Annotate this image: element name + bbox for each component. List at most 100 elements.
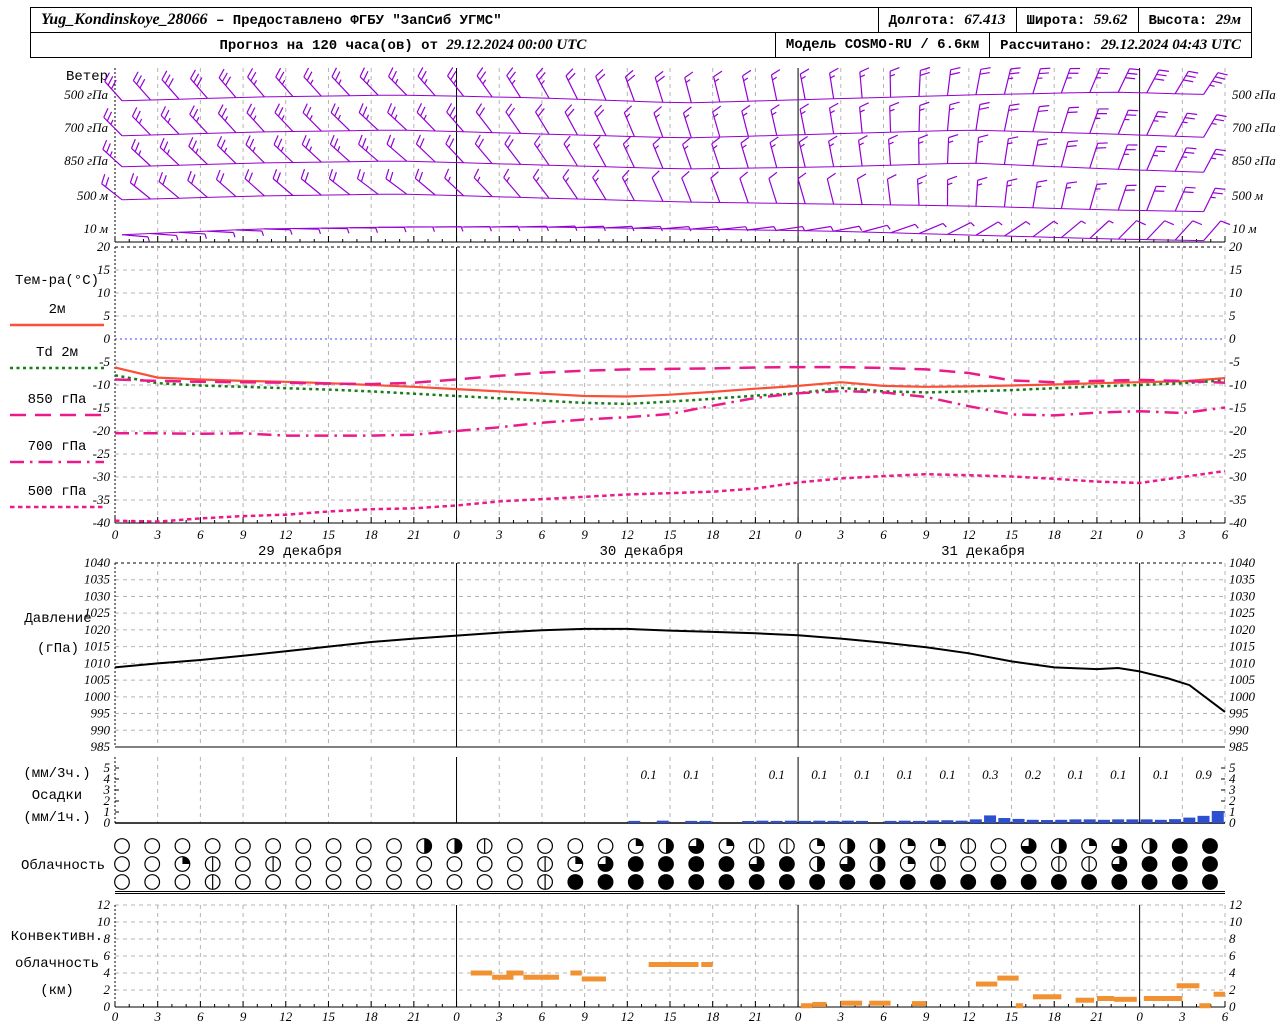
svg-text:12: 12 xyxy=(962,527,976,542)
svg-text:0.3: 0.3 xyxy=(982,767,999,782)
svg-text:18: 18 xyxy=(1048,527,1062,542)
precip-bar xyxy=(927,820,940,823)
svg-text:облачность: облачность xyxy=(15,955,99,972)
svg-text:-40: -40 xyxy=(1229,515,1247,530)
convective-bar xyxy=(869,1000,891,1006)
svg-text:5: 5 xyxy=(1229,308,1236,323)
svg-text:4: 4 xyxy=(104,965,111,980)
svg-text:-25: -25 xyxy=(1229,446,1247,461)
svg-text:0.1: 0.1 xyxy=(641,767,657,782)
svg-text:0.2: 0.2 xyxy=(1025,767,1042,782)
svg-text:5: 5 xyxy=(1229,760,1236,775)
svg-text:1025: 1025 xyxy=(1229,605,1256,620)
svg-text:2м: 2м xyxy=(49,302,66,318)
convective-bar xyxy=(1032,994,1062,1000)
convective-bar xyxy=(544,974,559,980)
svg-text:9: 9 xyxy=(923,527,930,542)
svg-text:6: 6 xyxy=(539,527,546,542)
svg-text:8: 8 xyxy=(1229,931,1236,946)
svg-text:0: 0 xyxy=(1229,331,1236,346)
convective-bar xyxy=(812,1001,827,1007)
altitude-cell: Высота: 29м xyxy=(1137,8,1252,32)
svg-text:10 м: 10 м xyxy=(1232,221,1257,236)
svg-text:15: 15 xyxy=(97,262,111,277)
precip-bar xyxy=(1026,819,1039,823)
svg-text:0: 0 xyxy=(104,331,111,346)
svg-text:15: 15 xyxy=(322,1009,336,1024)
svg-text:21: 21 xyxy=(1090,527,1103,542)
longitude-cell: Долгота: 67.413 xyxy=(877,8,1016,32)
precip-bar xyxy=(856,820,868,823)
svg-text:3: 3 xyxy=(1178,527,1186,542)
svg-text:12: 12 xyxy=(621,527,635,542)
precip-bar xyxy=(955,820,968,823)
svg-text:1010: 1010 xyxy=(84,655,111,670)
svg-text:10: 10 xyxy=(1229,914,1243,929)
meteogram-page: Ветер 500 гПа 500 гПа 700 гПа 700 гПа 850 гПа… xyxy=(0,0,1280,1024)
precip-bar xyxy=(998,818,1011,823)
svg-text:0.1: 0.1 xyxy=(811,767,827,782)
convective-panel: 0 02 24 46 68 810 1012 120 3 6 9 12 15 18 21 0 3 6 9 12 15 18… xyxy=(11,897,1243,1024)
temperature-panel: 20 20 15 15 10 10 5 5 0 0 -5 -5 -10 -10 -15 -15 -20 -20 -2… xyxy=(10,239,1247,560)
model-cell: Модель COSMO-RU / 6.6км xyxy=(774,33,989,57)
svg-text:1000: 1000 xyxy=(84,689,111,704)
svg-text:Td 2м: Td 2м xyxy=(36,345,78,361)
station-name: Yug_Kondinskoye_28066 xyxy=(41,11,208,28)
convective-bar xyxy=(1176,983,1200,989)
svg-text:-35: -35 xyxy=(93,492,111,507)
svg-text:31 декабря: 31 декабря xyxy=(941,543,1025,560)
svg-text:1035: 1035 xyxy=(1229,572,1256,587)
svg-text:10: 10 xyxy=(97,285,111,300)
altitude-label: Высота: xyxy=(1148,13,1208,29)
latitude-cell: Широта: 59.62 xyxy=(1015,8,1138,32)
cloud-row-1 xyxy=(114,856,1218,872)
svg-text:6: 6 xyxy=(1222,527,1229,542)
calc-cell: Рассчитано: 29.12.2024 04:43 UTC xyxy=(989,33,1251,57)
svg-text:1040: 1040 xyxy=(1229,555,1256,570)
svg-text:6: 6 xyxy=(539,1009,546,1024)
header-row-2: Прогноз на 120 часа(ов) от 29.12.2024 00… xyxy=(31,32,1251,57)
convective-bar xyxy=(800,1003,813,1009)
svg-text:6: 6 xyxy=(880,1009,887,1024)
precip-bar xyxy=(1126,819,1139,823)
precipitation-panel: 0 01 12 23 34 45 5(мм/3ч.)Осадки(мм/1ч.)0.1 0.1… xyxy=(23,757,1236,830)
svg-text:15: 15 xyxy=(1005,1009,1019,1024)
precip-bar xyxy=(756,820,769,823)
svg-text:1035: 1035 xyxy=(84,572,111,587)
svg-text:21: 21 xyxy=(407,1009,420,1024)
svg-text:Конвективн.: Конвективн. xyxy=(11,929,103,945)
svg-text:18: 18 xyxy=(706,527,720,542)
convective-bar xyxy=(701,962,713,967)
svg-text:18: 18 xyxy=(365,1009,379,1024)
pressure-panel: 985 985990 990995 9951000 10001005 10051010 10… xyxy=(24,555,1255,754)
station-cell: Yug_Kondinskoye_28066 – Предоставлено ФГ… xyxy=(31,8,878,32)
svg-text:-40: -40 xyxy=(93,515,111,530)
svg-text:995: 995 xyxy=(1229,706,1249,721)
svg-text:0: 0 xyxy=(795,1009,802,1024)
precip-bar xyxy=(1097,819,1110,823)
svg-text:0: 0 xyxy=(112,527,119,542)
precip-bar xyxy=(1083,819,1096,823)
svg-text:0.1: 0.1 xyxy=(1110,767,1126,782)
svg-text:Давление: Давление xyxy=(24,611,91,627)
svg-text:0: 0 xyxy=(795,527,802,542)
svg-text:1030: 1030 xyxy=(1229,588,1256,603)
svg-text:3: 3 xyxy=(837,527,845,542)
cloud-row-0 xyxy=(114,838,1218,854)
convective-bar xyxy=(1015,1003,1023,1009)
svg-text:0.1: 0.1 xyxy=(1153,767,1169,782)
convective-bar xyxy=(470,970,493,976)
longitude-value: 67.413 xyxy=(964,12,1006,28)
svg-text:-5: -5 xyxy=(1229,354,1240,369)
header: Yug_Kondinskoye_28066 – Предоставлено ФГ… xyxy=(30,7,1252,58)
precip-bar xyxy=(1112,819,1125,823)
svg-text:1005: 1005 xyxy=(1229,672,1256,687)
svg-text:12: 12 xyxy=(1229,897,1243,912)
svg-text:1020: 1020 xyxy=(1229,622,1256,637)
svg-text:Осадки: Осадки xyxy=(32,788,82,804)
svg-text:3: 3 xyxy=(495,527,503,542)
svg-text:30 декабря: 30 декабря xyxy=(600,543,684,560)
svg-text:6: 6 xyxy=(1222,1009,1229,1024)
forecast-cell: Прогноз на 120 часа(ов) от 29.12.2024 00… xyxy=(31,33,775,57)
svg-text:850 гПа: 850 гПа xyxy=(28,392,87,408)
